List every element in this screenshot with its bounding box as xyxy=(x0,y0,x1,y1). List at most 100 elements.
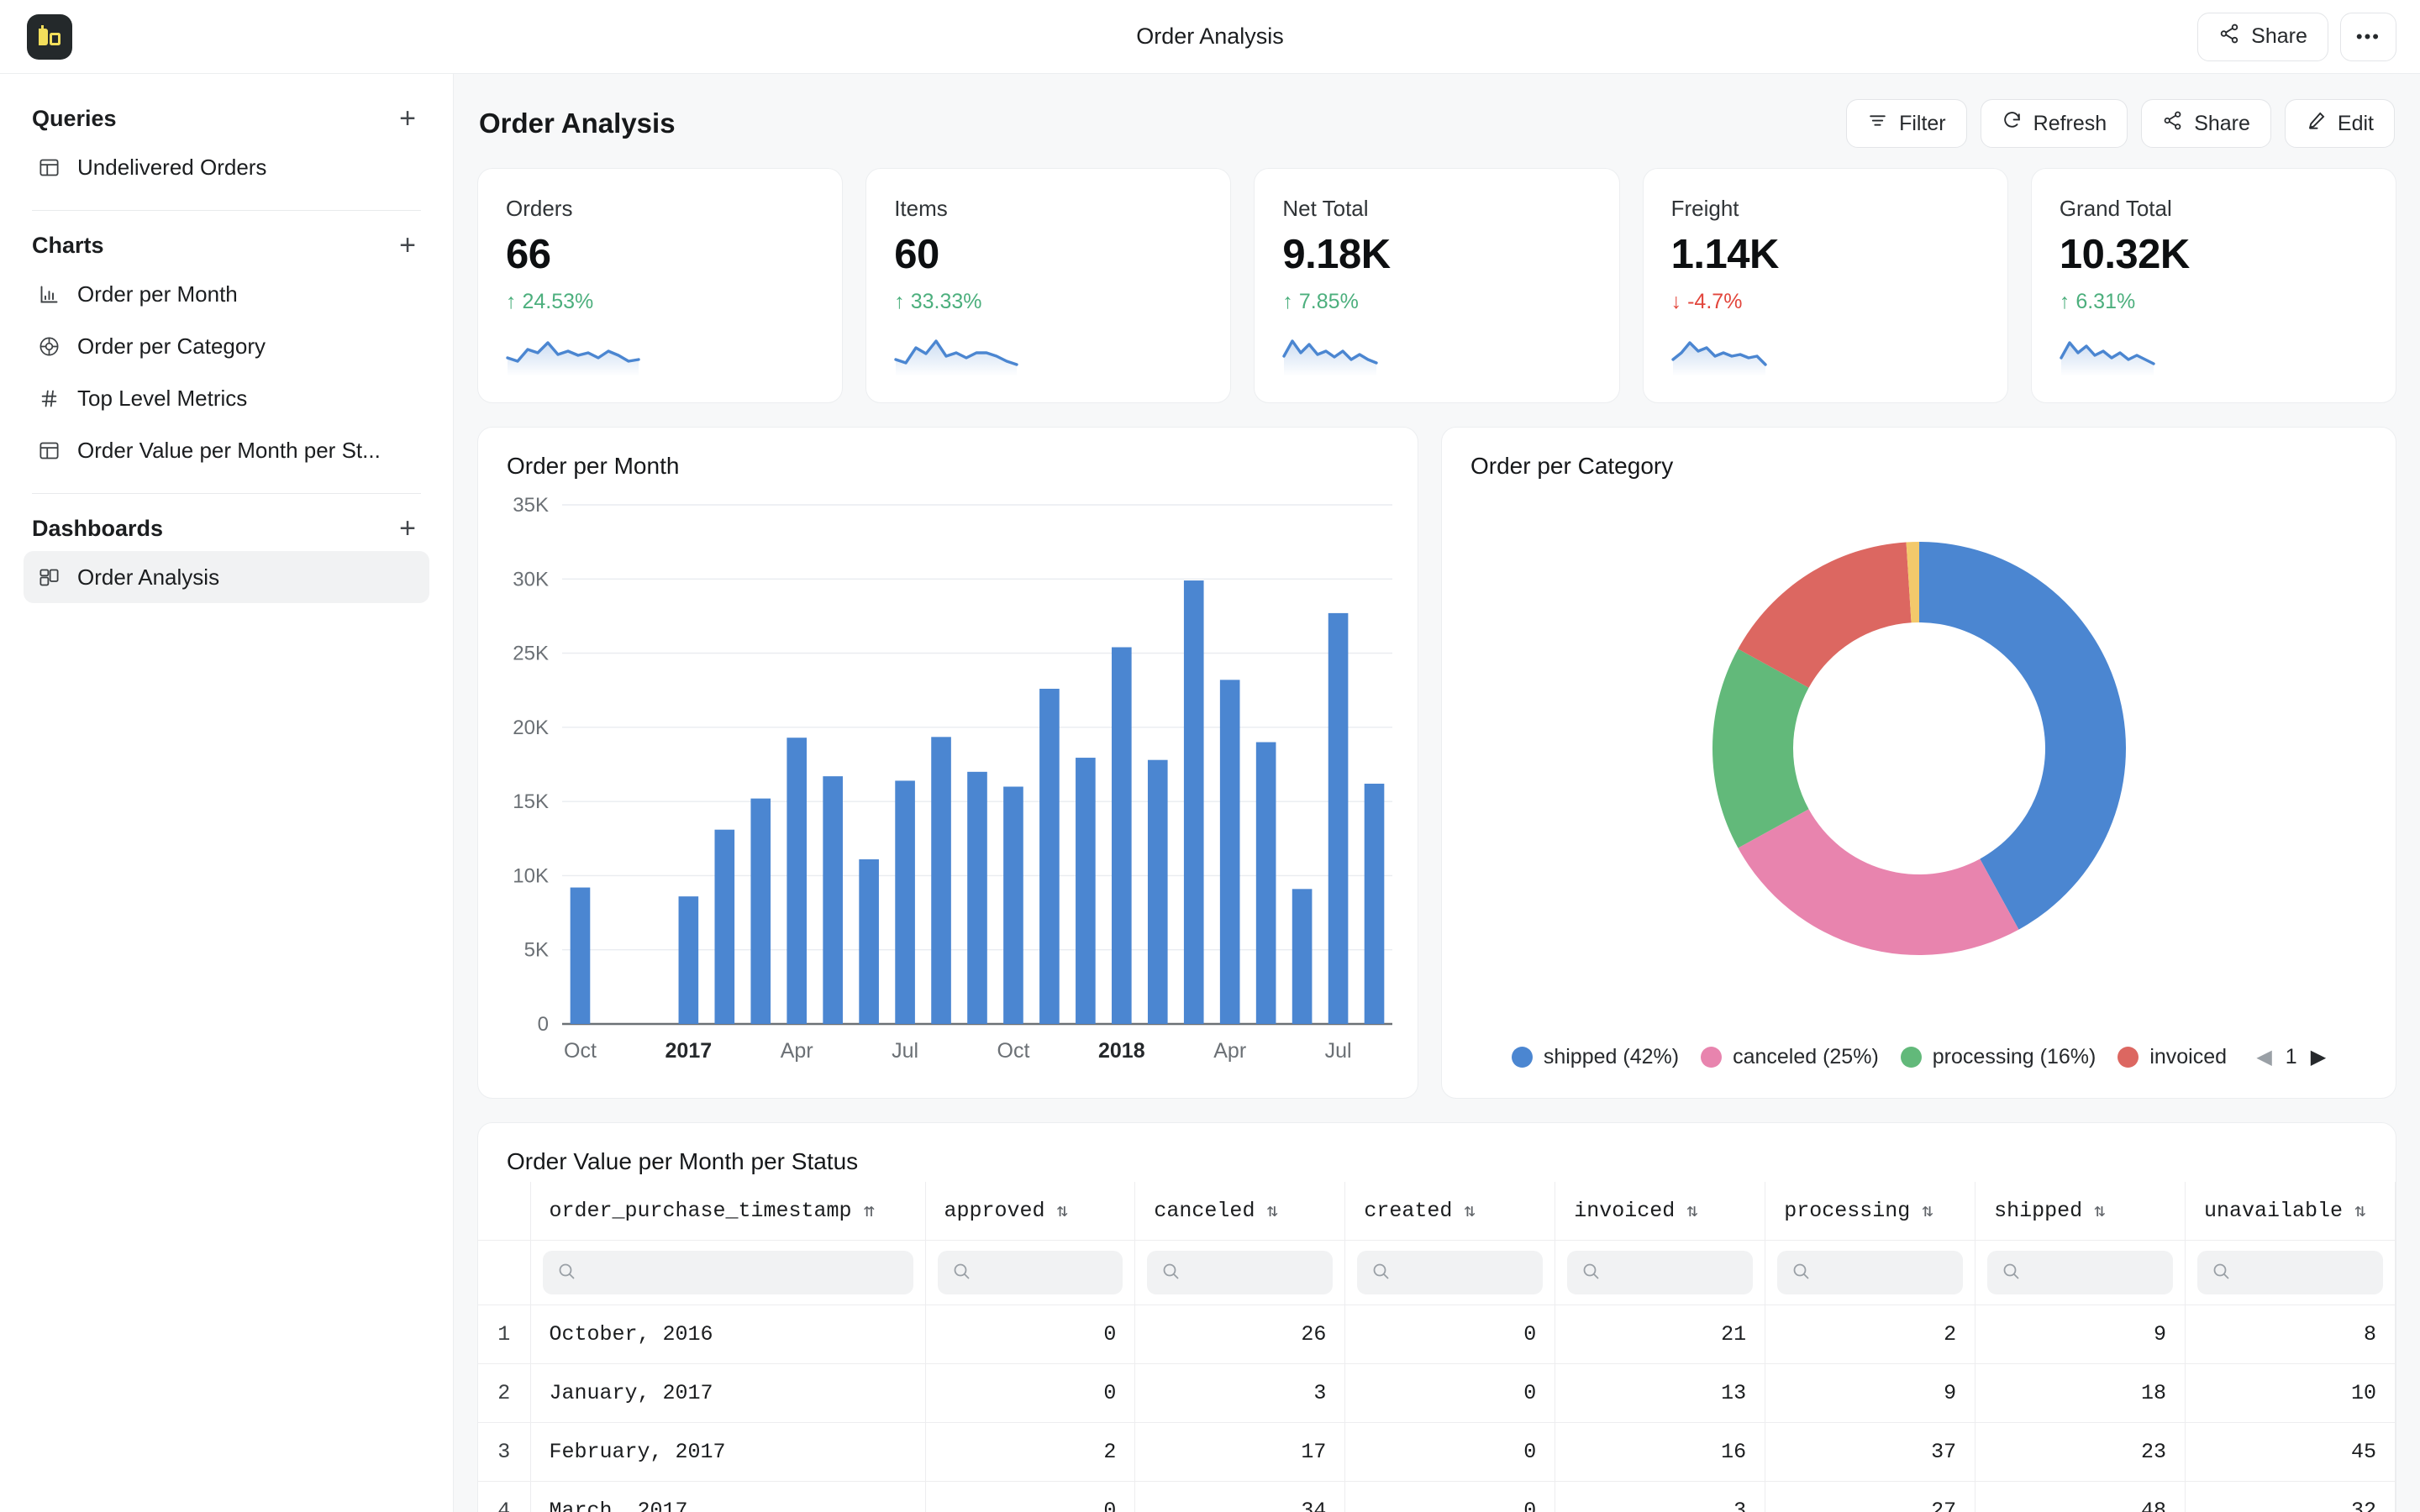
share-icon xyxy=(2162,110,2183,137)
dashboard-icon xyxy=(35,564,62,591)
column-label: order_purchase_timestamp xyxy=(549,1199,852,1223)
svg-text:25K: 25K xyxy=(513,643,549,665)
svg-text:30K: 30K xyxy=(513,568,549,591)
metric-card-grand-total[interactable]: Grand Total 10.32K ↑ 6.31% xyxy=(2030,168,2397,403)
search-input-processing[interactable] xyxy=(1777,1251,1964,1294)
sort-toggle-icon[interactable]: ⇅ xyxy=(1922,1200,1933,1222)
metric-card-items[interactable]: Items 60 ↑ 33.33% xyxy=(865,168,1232,403)
more-options-button[interactable]: ••• xyxy=(2339,12,2396,61)
logo-mark-icon xyxy=(39,24,60,45)
table-row[interactable]: 4 March, 2017 0 34 0 3 27 48 32 xyxy=(478,1481,2396,1512)
share-icon xyxy=(2218,23,2240,50)
cell-approved: 0 xyxy=(925,1481,1136,1512)
filter-cell-index xyxy=(478,1240,531,1305)
table-row[interactable]: 1 October, 2016 0 26 0 21 2 9 8 xyxy=(478,1305,2396,1364)
edit-button[interactable]: Edit xyxy=(2284,99,2395,148)
hash-icon xyxy=(35,385,62,412)
search-icon xyxy=(1791,1261,1811,1285)
table-body: 1 October, 2016 0 26 0 21 2 9 8 2 January, 2017 0 3 0… xyxy=(478,1305,2396,1512)
cell-canceled: 34 xyxy=(1134,1481,1346,1512)
sidebar-section-queries-header: Queries + xyxy=(24,96,429,141)
table-row[interactable]: 2 January, 2017 0 3 0 13 9 18 10 xyxy=(478,1363,2396,1423)
donut-slice-canceled[interactable] xyxy=(1737,809,2019,955)
metric-delta-value: 24.53% xyxy=(522,290,594,314)
legend-color-dot xyxy=(1900,1047,1922,1068)
sidebar-divider-2 xyxy=(32,493,421,494)
donut-chart[interactable] xyxy=(1442,496,2396,1000)
legend-item-shipped[interactable]: shipped (42%) xyxy=(1511,1045,1679,1069)
table-header-unavailable[interactable]: unavailable ⇅ xyxy=(2185,1182,2396,1241)
sort-toggle-icon[interactable]: ⇅ xyxy=(2354,1200,2365,1222)
svg-text:2017: 2017 xyxy=(666,1039,713,1063)
table-title: Order Value per Month per Status xyxy=(507,1148,859,1174)
sort-ascending-icon[interactable]: ⇈ xyxy=(864,1200,875,1222)
sidebar-item-order-value-per-month-per-status[interactable]: Order Value per Month per St... xyxy=(24,424,429,476)
table-header-canceled[interactable]: canceled ⇅ xyxy=(1134,1182,1346,1241)
table-header-invoiced[interactable]: invoiced ⇅ xyxy=(1555,1182,1766,1241)
metric-card-net-total[interactable]: Net Total 9.18K ↑ 7.85% xyxy=(1254,168,1620,403)
sidebar-item-order-per-month[interactable]: Order per Month xyxy=(24,268,429,320)
add-dashboard-button[interactable]: + xyxy=(394,514,421,543)
table-header-created[interactable]: created ⇅ xyxy=(1344,1182,1556,1241)
sort-toggle-icon[interactable]: ⇅ xyxy=(2094,1200,2105,1222)
filter-button[interactable]: Filter xyxy=(1846,99,1967,148)
cell-idx: 3 xyxy=(478,1422,531,1482)
search-input-created[interactable] xyxy=(1357,1251,1544,1294)
metric-label: Freight xyxy=(1670,196,1739,221)
sort-toggle-icon[interactable]: ⇅ xyxy=(1686,1200,1697,1222)
table-header-processing[interactable]: processing ⇅ xyxy=(1765,1182,1976,1241)
sidebar-item-order-per-category[interactable]: Order per Category xyxy=(24,320,429,372)
sort-toggle-icon[interactable]: ⇅ xyxy=(1057,1200,1068,1222)
legend-prev-button[interactable]: ◀ xyxy=(2256,1045,2271,1069)
sort-toggle-icon[interactable]: ⇅ xyxy=(1464,1200,1475,1222)
share-button[interactable]: Share xyxy=(2141,99,2271,148)
sort-toggle-icon[interactable]: ⇅ xyxy=(1266,1200,1277,1222)
metric-delta-value: 7.85% xyxy=(1298,290,1359,314)
trend-up-icon: ↑ xyxy=(2059,290,2070,314)
app-logo[interactable] xyxy=(27,13,72,60)
metric-value: 60 xyxy=(894,232,939,277)
cell-created: 0 xyxy=(1344,1363,1556,1423)
table-header-approved[interactable]: approved ⇅ xyxy=(925,1182,1136,1241)
bar-chart-card: Order per Month 0 5K 10K 15K 20K 25K 30K 35K Oct… xyxy=(477,427,1418,1099)
cell-shipped: 48 xyxy=(1975,1481,2186,1512)
share-button[interactable]: Share xyxy=(2197,12,2328,61)
chart-row: Order per Month 0 5K 10K 15K 20K 25K 30K 35K Oct… xyxy=(477,427,2396,1099)
donut-legend: shipped (42%) canceled (25%) processing (1… xyxy=(1442,1045,2396,1069)
column-label: created xyxy=(1364,1199,1453,1223)
search-cell-approved xyxy=(925,1240,1136,1305)
table-header-order_purchase_timestamp[interactable]: order_purchase_timestamp ⇈ xyxy=(530,1182,926,1241)
column-label: processing xyxy=(1784,1199,1911,1223)
search-input-invoiced[interactable] xyxy=(1567,1251,1754,1294)
sidebar-item-order-analysis[interactable]: Order Analysis xyxy=(24,551,429,603)
refresh-button-label: Refresh xyxy=(2033,111,2107,135)
search-icon xyxy=(556,1261,576,1285)
metric-card-freight[interactable]: Freight 1.14K ↓ -4.7% xyxy=(1642,168,2008,403)
trend-up-icon: ↑ xyxy=(1282,290,1293,314)
table-row[interactable]: 3 February, 2017 2 17 0 16 37 23 45 xyxy=(478,1422,2396,1482)
sidebar-item-top-level-metrics[interactable]: Top Level Metrics xyxy=(24,372,429,424)
add-query-button[interactable]: + xyxy=(394,104,421,133)
table-header-shipped[interactable]: shipped ⇅ xyxy=(1975,1182,2186,1241)
legend-item-invoiced[interactable]: invoiced (1 xyxy=(2118,1045,2231,1069)
cell-processing: 9 xyxy=(1765,1363,1976,1423)
metric-delta: ↑ 6.31% xyxy=(2060,290,2368,314)
svg-text:0: 0 xyxy=(538,1013,549,1036)
legend-item-canceled[interactable]: canceled (25%) xyxy=(1701,1045,1879,1069)
search-input-approved[interactable] xyxy=(937,1251,1123,1294)
bar-chart[interactable]: 0 5K 10K 15K 20K 25K 30K 35K Oct 2017 Apr Jul Oct 201… xyxy=(478,486,1418,1087)
add-chart-button[interactable]: + xyxy=(394,231,421,260)
search-icon xyxy=(2211,1261,2231,1285)
refresh-button[interactable]: Refresh xyxy=(1980,99,2128,148)
legend-item-processing[interactable]: processing (16%) xyxy=(1900,1045,2096,1069)
search-input-canceled[interactable] xyxy=(1147,1251,1334,1294)
search-input-order_purchase_timestamp[interactable] xyxy=(542,1251,913,1294)
sidebar-item-undelivered-orders[interactable]: Undelivered Orders xyxy=(24,141,429,193)
search-input-unavailable[interactable] xyxy=(2197,1251,2383,1294)
sidebar-section-charts-header: Charts + xyxy=(24,223,429,268)
legend-next-button[interactable]: ▶ xyxy=(2311,1045,2326,1069)
column-label: invoiced xyxy=(1574,1199,1676,1223)
metric-label: Orders xyxy=(506,196,573,221)
search-input-shipped[interactable] xyxy=(1987,1251,2174,1294)
metric-card-orders[interactable]: Orders 66 ↑ 24.53% xyxy=(477,168,844,403)
